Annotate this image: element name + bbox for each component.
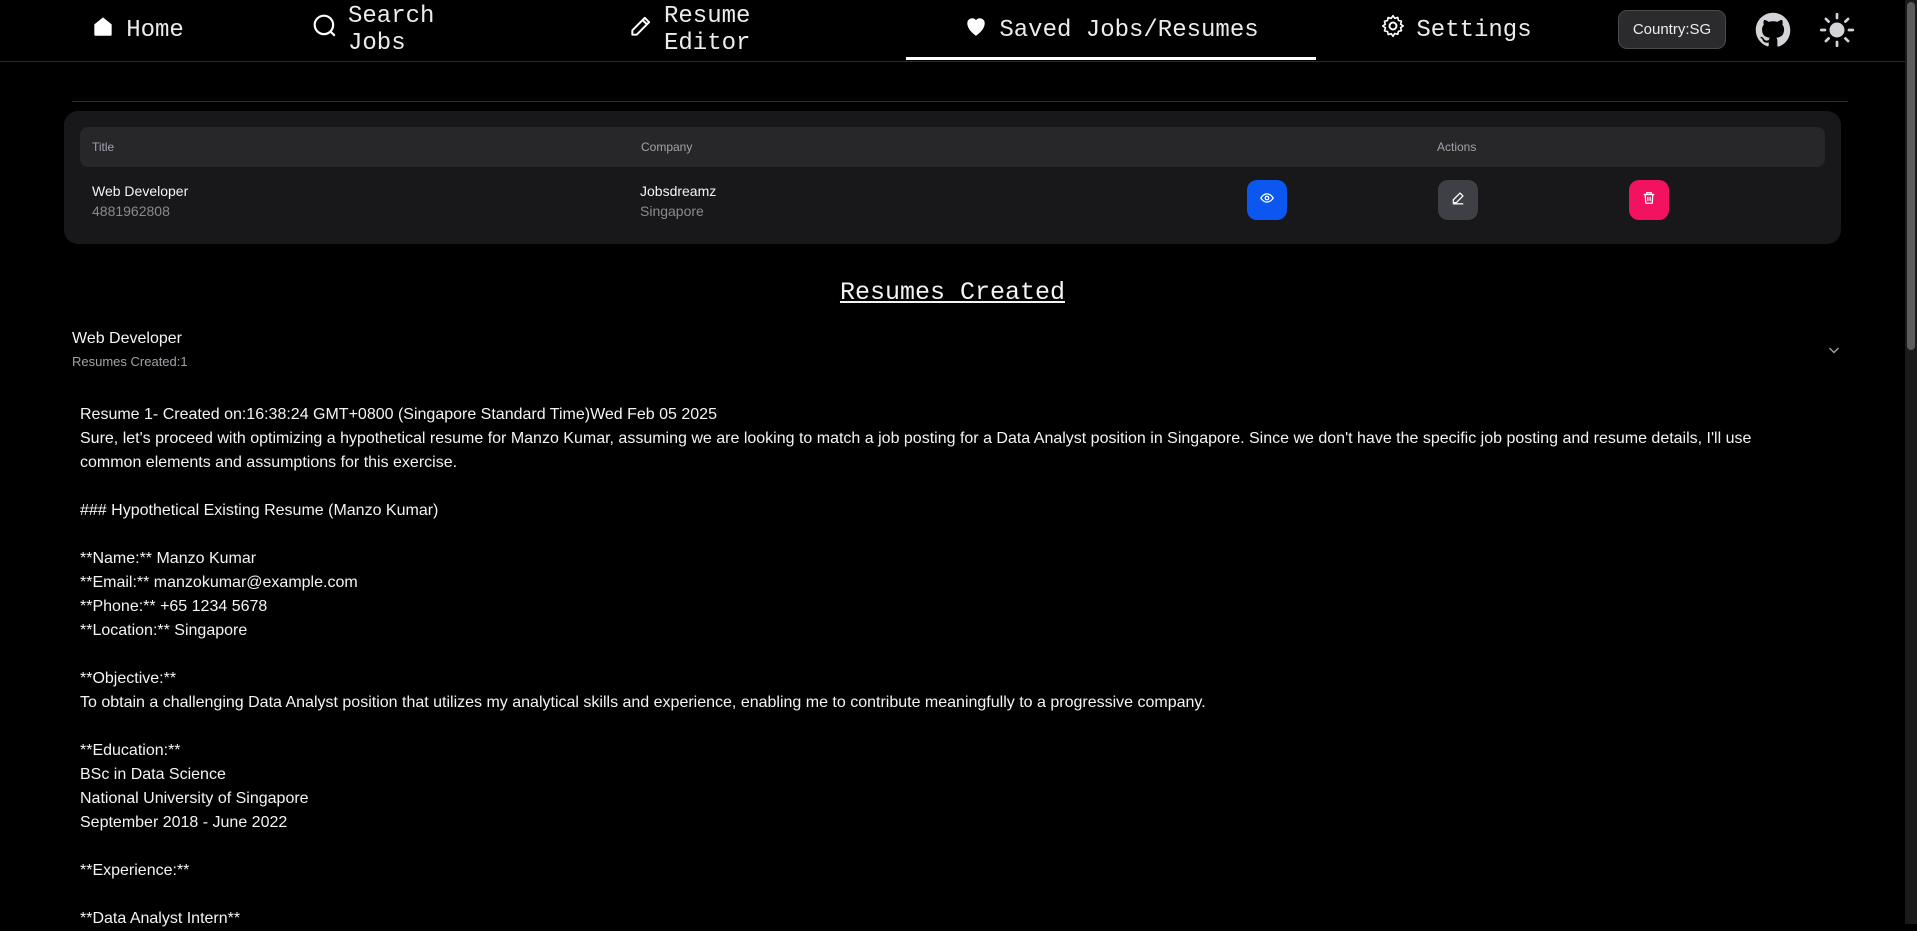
view-job-button[interactable] xyxy=(1247,180,1287,220)
nav-search-jobs[interactable]: Search Jobs xyxy=(312,0,500,60)
heart-icon xyxy=(963,13,989,47)
delete-job-button[interactable] xyxy=(1629,180,1669,220)
home-icon xyxy=(90,13,116,47)
table-header: Title Company Actions xyxy=(80,127,1825,167)
nav-resume-editor[interactable]: Resume Editor xyxy=(628,0,842,60)
resume-line: **Phone:** +65 1234 5678 xyxy=(80,598,268,615)
country-selector-button[interactable]: Country:SG xyxy=(1618,10,1726,49)
resume-line: To obtain a challenging Data Analyst pos… xyxy=(80,694,1206,711)
sun-icon[interactable] xyxy=(1819,12,1855,48)
resume-line: September 2018 - June 2022 xyxy=(80,814,288,831)
nav-saved-jobs-resumes[interactable]: Saved Jobs/Resumes xyxy=(906,0,1316,60)
page-scrollbar[interactable] xyxy=(1905,0,1917,924)
nav-search-label: Search Jobs xyxy=(348,3,435,57)
top-navigation: Home Search Jobs Resume Editor Saved Job… xyxy=(0,0,1905,62)
resume-line: **Data Analyst Intern** xyxy=(80,910,241,927)
resume-line: BSc in Data Science xyxy=(80,766,226,783)
resume-line: Sure, let's proceed with optimizing a hy… xyxy=(80,430,1756,471)
gear-icon xyxy=(1380,13,1406,47)
resume-line: **Email:** manzokumar@example.com xyxy=(80,574,358,591)
resume-line: **Experience:** xyxy=(80,862,190,879)
resume-line: National University of Singapore xyxy=(80,790,309,807)
resumes-created-heading: Resumes Created xyxy=(839,278,1066,307)
nav-editor-label: Resume Editor xyxy=(664,3,751,57)
nav-settings[interactable]: Settings xyxy=(1382,0,1532,60)
pencil-icon xyxy=(628,13,654,47)
resume-line: ### Hypothetical Existing Resume (Manzo … xyxy=(80,502,439,519)
job-location: Singapore xyxy=(640,203,704,219)
column-header-company: Company xyxy=(641,140,693,154)
column-header-title: Title xyxy=(92,140,115,154)
job-company: Jobsdreamz xyxy=(640,183,717,199)
section-divider xyxy=(72,101,1848,102)
resume-line xyxy=(80,883,1800,907)
eye-icon xyxy=(1260,191,1274,210)
resume-group-accordion-toggle[interactable]: Web Developer Resumes Created:1 xyxy=(72,328,1842,376)
resume-group-count: Resumes Created:1 xyxy=(72,354,188,369)
resume-line: **Objective:** xyxy=(80,670,177,687)
job-title: Web Developer xyxy=(92,183,189,199)
nav-settings-label: Settings xyxy=(1416,16,1532,44)
column-header-actions: Actions xyxy=(1437,140,1477,154)
resume-line: **Education:** xyxy=(80,742,181,759)
resume-line xyxy=(80,643,1800,667)
resume-line xyxy=(80,523,1800,547)
chevron-down-icon xyxy=(1826,342,1842,358)
resume-line xyxy=(80,475,1800,499)
nav-home-label: Home xyxy=(126,16,184,44)
resume-line: Resume 1- Created on:16:38:24 GMT+0800 (… xyxy=(80,406,717,423)
resume-line xyxy=(80,835,1800,859)
nav-saved-label: Saved Jobs/Resumes xyxy=(999,16,1259,44)
github-icon[interactable] xyxy=(1755,12,1791,48)
resume-group-title: Web Developer xyxy=(72,330,182,347)
edit-job-button[interactable] xyxy=(1438,180,1478,220)
saved-jobs-table: Title Company Actions xyxy=(64,111,1841,244)
resume-line: **Name:** Manzo Kumar xyxy=(80,550,257,567)
trash-icon xyxy=(1642,191,1656,210)
resume-line: **Location:** Singapore xyxy=(80,622,248,639)
scrollbar-thumb[interactable] xyxy=(1907,2,1915,350)
job-id: 4881962808 xyxy=(92,203,170,219)
resume-line xyxy=(80,715,1800,739)
nav-home[interactable]: Home xyxy=(90,0,184,60)
search-icon xyxy=(312,13,338,47)
edit-icon xyxy=(1451,191,1465,210)
resume-content: Resume 1- Created on:16:38:24 GMT+0800 (… xyxy=(80,403,1800,931)
